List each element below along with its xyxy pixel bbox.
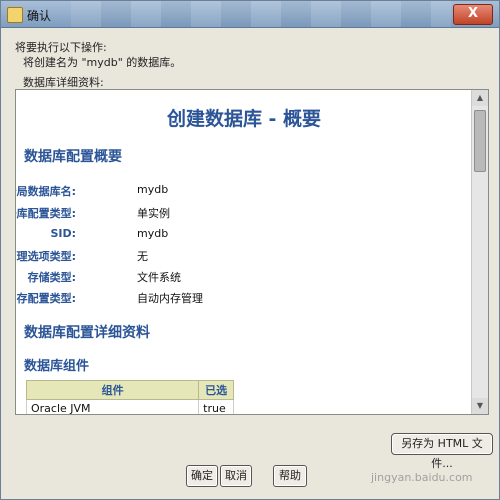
intro-line-2: 将创建名为 "mydb" 的数据库。 <box>23 56 182 69</box>
column-header-component: 组件 <box>25 380 200 400</box>
field-value: mydb <box>137 227 169 240</box>
section-config-details: 数据库配置详细资料 <box>24 325 150 341</box>
watermark: jingyan.baidu.com <box>371 471 473 484</box>
confirm-dialog: 确认 X 将要执行以下操作: 将创建名为 "mydb" 的数据库。 数据库详细资… <box>0 0 500 500</box>
scroll-up-arrow-icon[interactable]: ▲ <box>472 90 488 106</box>
close-button[interactable]: X <box>453 4 493 25</box>
field-row: 内存配置类型: 自动内存管理 <box>16 290 416 310</box>
components-table: 组件 已选 Oracle JVM true <box>25 380 234 414</box>
field-label: 存储类型: <box>27 271 76 284</box>
field-value: 文件系统 <box>137 271 181 284</box>
details-label: 数据库详细资料: <box>23 76 104 89</box>
field-row: 全局数据库名: mydb <box>16 183 416 203</box>
field-label: 内存配置类型: <box>16 292 76 305</box>
section-components: 数据库组件 <box>24 359 90 374</box>
title-bar-background <box>71 1 451 27</box>
field-value: mydb <box>137 183 169 196</box>
field-row: 管理选项类型: 无 <box>16 248 416 268</box>
component-name-cell: Oracle JVM <box>25 399 200 414</box>
field-row: 存储类型: 文件系统 <box>16 269 416 289</box>
ok-button[interactable]: 确定 <box>186 465 218 487</box>
intro-line-1: 将要执行以下操作: <box>15 41 107 54</box>
table-header-row: 组件 已选 <box>25 380 234 400</box>
field-label: 全局数据库名: <box>16 185 76 198</box>
field-row: 数据库配置类型: 单实例 <box>16 205 416 225</box>
title-bar[interactable]: 确认 X <box>1 1 499 28</box>
column-header-selected: 已选 <box>198 380 234 400</box>
summary-panel: 创建数据库 - 概要 数据库配置概要 全局数据库名: mydb 数据库配置类型:… <box>15 89 489 415</box>
scroll-thumb[interactable] <box>474 110 486 172</box>
summary-content: 创建数据库 - 概要 数据库配置概要 全局数据库名: mydb 数据库配置类型:… <box>16 90 472 414</box>
save-as-html-button[interactable]: 另存为 HTML 文件... <box>391 433 493 470</box>
table-row: Oracle JVM true <box>25 399 234 414</box>
cancel-button[interactable]: 取消 <box>220 465 252 487</box>
component-selected-cell: true <box>198 399 234 414</box>
help-button[interactable]: 帮助 <box>273 465 307 487</box>
scroll-down-arrow-icon[interactable]: ▼ <box>472 398 488 414</box>
field-row: SID: mydb <box>16 227 416 247</box>
vertical-scrollbar[interactable]: ▲ ▼ <box>471 90 488 414</box>
app-icon <box>7 7 23 23</box>
field-value: 自动内存管理 <box>137 292 203 305</box>
field-label: 数据库配置类型: <box>16 207 76 220</box>
field-value: 单实例 <box>137 207 170 220</box>
section-config-summary: 数据库配置概要 <box>24 149 122 165</box>
field-label: SID: <box>50 227 76 240</box>
field-label: 管理选项类型: <box>16 250 76 263</box>
field-value: 无 <box>137 250 148 263</box>
intro-text: 将要执行以下操作: 将创建名为 "mydb" 的数据库。 <box>15 39 181 69</box>
summary-title: 创建数据库 - 概要 <box>166 108 322 130</box>
window-title: 确认 <box>27 9 52 23</box>
